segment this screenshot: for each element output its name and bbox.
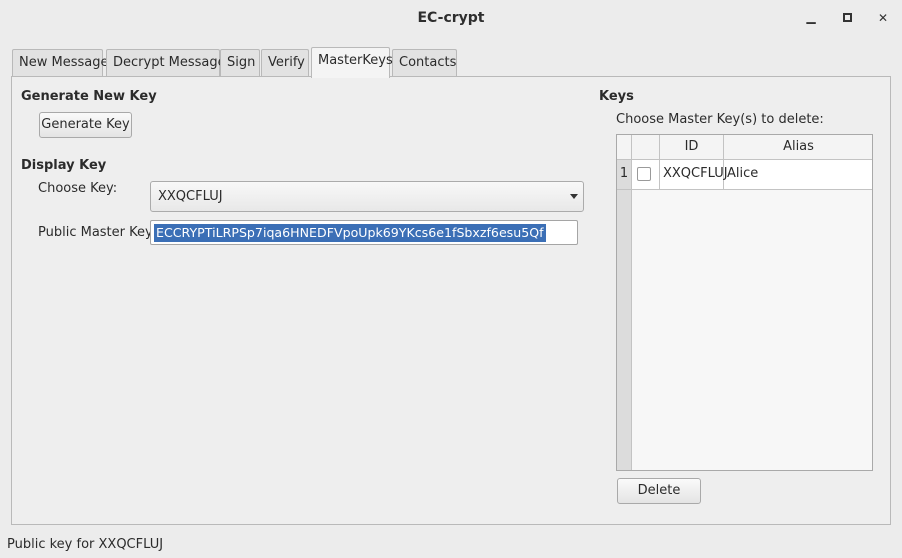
- public-key-label: Public Master Key:: [38, 225, 157, 240]
- table-corner: [617, 135, 632, 160]
- column-header-id[interactable]: ID: [660, 135, 724, 160]
- status-bar: Public key for XXQCFLUJ: [0, 527, 902, 558]
- tab-new-message[interactable]: New Message: [12, 49, 108, 76]
- close-icon[interactable]: ✕: [875, 9, 891, 27]
- masterkeys-panel: Generate New Key Generate Key Display Ke…: [11, 76, 891, 525]
- column-header-select: [632, 135, 660, 160]
- tab-decrypt-message[interactable]: Decrypt Message: [106, 49, 226, 76]
- window-title: EC-crypt: [417, 10, 485, 26]
- keys-table: ID Alias 1 XXQCFLUJ Alice: [616, 134, 873, 471]
- choose-key-label: Choose Key:: [38, 181, 118, 196]
- public-key-field[interactable]: ECCRYPTiLRPSp7iqa6HNEDFVpoUpk69YKcs6e1fS…: [150, 220, 578, 245]
- status-text: Public key for XXQCFLUJ: [7, 537, 164, 552]
- display-heading: Display Key: [21, 158, 107, 173]
- table-row[interactable]: 1 XXQCFLUJ Alice: [617, 160, 872, 190]
- tab-sign[interactable]: Sign: [220, 49, 260, 76]
- row-alias: Alice: [727, 166, 759, 181]
- delete-instruction: Choose Master Key(s) to delete:: [616, 112, 824, 127]
- row-select-checkbox[interactable]: [637, 167, 651, 181]
- tab-verify[interactable]: Verify: [261, 49, 309, 76]
- row-id: XXQCFLUJ: [660, 160, 728, 189]
- tab-contacts[interactable]: Contacts: [392, 49, 457, 76]
- column-header-alias[interactable]: Alias: [724, 135, 872, 160]
- delete-button[interactable]: Delete: [617, 478, 701, 504]
- title-bar: EC-crypt ▁ ✕: [0, 0, 902, 38]
- row-header-column: [617, 160, 632, 470]
- choose-key-value: XXQCFLUJ: [158, 189, 223, 204]
- tab-masterkeys[interactable]: MasterKeys: [311, 47, 393, 78]
- public-key-value: ECCRYPTiLRPSp7iqa6HNEDFVpoUpk69YKcs6e1fS…: [154, 224, 546, 242]
- minimize-icon[interactable]: ▁: [803, 8, 819, 26]
- keys-heading: Keys: [599, 89, 634, 104]
- generate-key-button[interactable]: Generate Key: [39, 112, 132, 138]
- maximize-icon[interactable]: [839, 9, 855, 27]
- choose-key-select[interactable]: XXQCFLUJ: [150, 181, 584, 212]
- generate-heading: Generate New Key: [21, 89, 157, 104]
- chevron-down-icon: [570, 194, 578, 199]
- row-index: 1: [617, 160, 632, 189]
